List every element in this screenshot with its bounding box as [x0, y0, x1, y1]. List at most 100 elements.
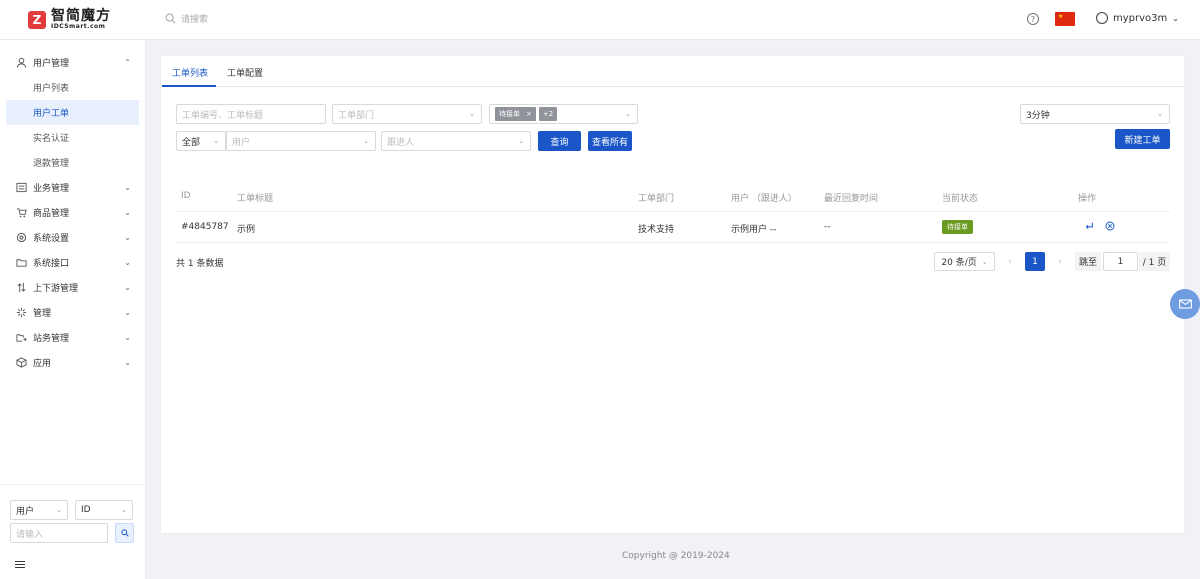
share-icon	[16, 332, 27, 343]
logo[interactable]: Z 智简魔方 IDCSmart.com	[28, 9, 111, 30]
sidebar-item-label: 系统接口	[33, 259, 70, 269]
active-tab-indicator	[162, 85, 216, 87]
total-pages: / 1 页	[1139, 252, 1170, 271]
chevron-down-icon: ⌄	[124, 283, 131, 292]
prev-page-button[interactable]: ‹	[1001, 252, 1019, 271]
column-header-title: 工单标题	[237, 194, 274, 204]
box-icon	[16, 357, 27, 368]
sidebar-item-system-interface[interactable]: 系统接口 ⌄	[0, 250, 145, 275]
total-count: 共 1 条数据	[176, 259, 224, 269]
reply-icon[interactable]	[1084, 221, 1094, 234]
tab-ticket-config[interactable]: 工单配置	[227, 66, 263, 79]
quick-search-input[interactable]: 请输入	[10, 523, 108, 543]
status-badge: 待接单	[942, 220, 973, 234]
select-placeholder: 跟进人	[387, 137, 415, 148]
main-card: 工单列表 工单配置 工单编号、工单标题 工单部门 ⌄ 待接单 × +2 ⌄ 3分钟 ⌄…	[160, 55, 1185, 534]
chevron-down-icon: ⌄	[469, 110, 475, 118]
column-header-status: 当前状态	[942, 194, 979, 204]
chevron-down-icon: ⌄	[625, 110, 631, 118]
sidebar-item-label: 业务管理	[33, 184, 70, 194]
collapse-menu-icon[interactable]	[15, 561, 25, 570]
ticket-id[interactable]: #4845787	[181, 222, 229, 232]
avatar-icon	[1096, 12, 1108, 24]
chevron-down-icon: ⌄	[124, 233, 131, 242]
sidebar-item-label: 系统设置	[33, 234, 70, 244]
chevron-down-icon: ⌄	[124, 208, 131, 217]
sidebar-item-label: 用户工单	[33, 109, 70, 119]
sidebar-item-system-settings[interactable]: 系统设置 ⌄	[0, 225, 145, 250]
chevron-down-icon: ⌄	[56, 506, 62, 514]
divider	[176, 211, 1170, 212]
chevron-up-icon: ⌃	[124, 58, 131, 67]
sidebar-item-user-tickets[interactable]: 用户工单	[6, 100, 139, 125]
divider	[176, 242, 1170, 243]
search-type-select[interactable]: 用户 ⌄	[10, 500, 68, 520]
ticket-title[interactable]: 示例	[237, 222, 255, 235]
column-header-id: ID	[181, 191, 191, 201]
list-icon	[16, 182, 27, 193]
logo-name-cn: 智简魔方	[51, 8, 111, 24]
next-page-button[interactable]: ›	[1051, 252, 1069, 271]
close-icon[interactable]: ×	[526, 110, 532, 118]
tab-ticket-list[interactable]: 工单列表	[172, 66, 208, 79]
sidebar-item-refunds[interactable]: 退款管理	[0, 150, 145, 175]
sidebar: 用户管理 ⌃ 用户列表 用户工单 实名认证 退款管理 业务管理 ⌄ 商品管理 ⌄…	[0, 40, 146, 579]
query-button[interactable]: 查询	[538, 131, 581, 151]
cart-icon	[16, 207, 27, 218]
sidebar-item-label: 商品管理	[33, 209, 70, 219]
chevron-down-icon: ⌄	[363, 137, 369, 145]
search-field-select[interactable]: ID ⌄	[75, 500, 133, 520]
quick-search-button[interactable]	[115, 523, 134, 543]
department-select[interactable]: 工单部门 ⌄	[332, 104, 482, 124]
new-ticket-button[interactable]: 新建工单	[1115, 129, 1170, 149]
china-flag-icon[interactable]: ★	[1055, 12, 1075, 26]
user-select[interactable]: 用户 ⌄	[226, 131, 376, 151]
sidebar-item-user-management[interactable]: 用户管理 ⌃	[0, 50, 145, 75]
close-ticket-icon[interactable]	[1105, 221, 1115, 234]
page-1-button[interactable]: 1	[1025, 252, 1045, 271]
sidebar-item-manage[interactable]: 管理 ⌄	[0, 300, 145, 325]
tab-bar: 工单列表 工单配置	[161, 56, 1184, 87]
help-icon[interactable]: ?	[1027, 13, 1039, 25]
status-multiselect[interactable]: 待接单 × +2 ⌄	[489, 104, 638, 124]
ticket-search-input[interactable]: 工单编号、工单标题	[176, 104, 326, 124]
sidebar-quick-search: 用户 ⌄ ID ⌄ 请输入	[0, 484, 146, 579]
sidebar-item-user-list[interactable]: 用户列表	[0, 75, 145, 100]
sidebar-item-real-name[interactable]: 实名认证	[0, 125, 145, 150]
input-placeholder: 工单编号、工单标题	[182, 110, 264, 121]
chevron-down-icon: ⌄	[124, 258, 131, 267]
status-tag: 待接单 ×	[495, 107, 536, 121]
chevron-down-icon: ⌄	[213, 137, 219, 145]
message-float-button[interactable]	[1170, 289, 1200, 319]
top-bar: Z 智简魔方 IDCSmart.com 请搜索 ? ★ myprvo3m ⌄	[0, 0, 1200, 40]
sidebar-item-products[interactable]: 商品管理 ⌄	[0, 200, 145, 225]
sidebar-item-label: 站务管理	[33, 334, 70, 344]
column-header-department: 工单部门	[638, 194, 675, 204]
chevron-down-icon: ⌄	[121, 506, 127, 514]
input-placeholder: 请输入	[16, 529, 44, 540]
sidebar-item-apps[interactable]: 应用 ⌄	[0, 350, 145, 375]
chevron-down-icon: ⌄	[124, 183, 131, 192]
page-size-select[interactable]: 20 条/页 ⌄	[934, 252, 995, 271]
sidebar-item-upstream[interactable]: 上下游管理 ⌄	[0, 275, 145, 300]
view-all-button[interactable]: 查看所有	[588, 131, 632, 151]
user-icon	[16, 57, 27, 68]
scope-select[interactable]: 全部 ⌄	[176, 131, 226, 151]
sparkle-icon	[16, 307, 27, 318]
sidebar-item-site-management[interactable]: 站务管理 ⌄	[0, 325, 145, 350]
user-menu[interactable]: myprvo3m ⌄	[1096, 12, 1179, 24]
global-search[interactable]: 请搜索	[165, 12, 208, 25]
status-tag-label: 待接单	[499, 110, 520, 118]
select-value: 20 条/页	[941, 258, 977, 268]
refresh-interval-select[interactable]: 3分钟 ⌄	[1020, 104, 1170, 124]
column-header-actions: 操作	[1078, 194, 1097, 204]
sidebar-item-label: 上下游管理	[33, 284, 79, 294]
chevron-down-icon: ⌄	[1172, 13, 1179, 23]
select-value: 全部	[182, 137, 201, 148]
sidebar-item-label: 用户列表	[33, 84, 70, 94]
sidebar-item-label: 用户管理	[33, 59, 70, 69]
jump-page-input[interactable]: 1	[1103, 252, 1138, 271]
select-value: ID	[81, 505, 91, 515]
sidebar-item-business[interactable]: 业务管理 ⌄	[0, 175, 145, 200]
follower-select[interactable]: 跟进人 ⌄	[381, 131, 531, 151]
